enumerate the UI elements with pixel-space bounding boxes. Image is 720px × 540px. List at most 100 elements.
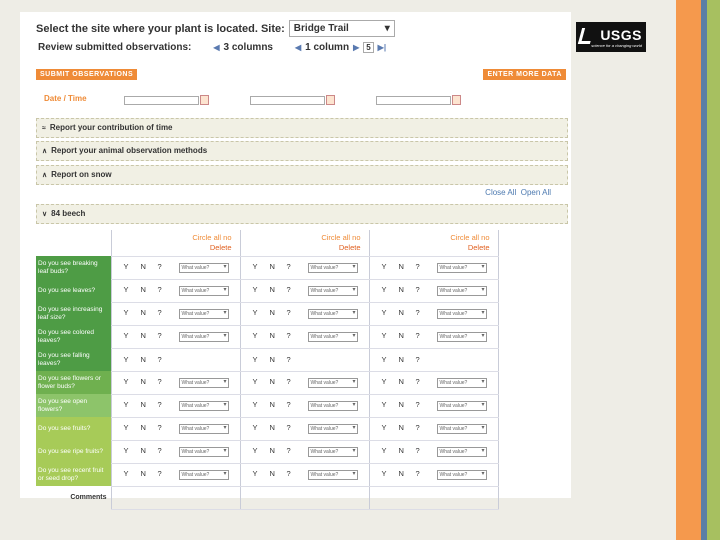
site-select[interactable]: Bridge Trail ▾ [288,20,395,37]
yes-option[interactable]: Y [124,377,141,386]
circle-all-no-link[interactable]: Circle all no [124,233,231,243]
unknown-option[interactable]: ? [158,423,175,432]
no-option[interactable]: N [399,377,416,386]
comments-field[interactable] [239,486,370,510]
yes-option[interactable]: Y [124,331,141,340]
calendar-icon[interactable] [200,95,209,105]
comments-field[interactable] [368,486,499,510]
no-option[interactable]: N [270,400,287,409]
section-animal-methods[interactable]: ∧ Report your animal observation methods [36,141,568,161]
no-option[interactable]: N [399,285,416,294]
unknown-option[interactable]: ? [287,469,304,478]
no-option[interactable]: N [399,262,416,271]
yes-option[interactable]: Y [382,423,399,432]
yes-option[interactable]: Y [382,355,399,364]
yes-option[interactable]: Y [253,400,270,409]
unknown-option[interactable]: ? [158,377,175,386]
yes-option[interactable]: Y [253,469,270,478]
enter-more-data-button[interactable]: ENTER MORE DATA [483,69,566,80]
value-select[interactable]: What value? [436,308,487,319]
yes-option[interactable]: Y [253,377,270,386]
unknown-option[interactable]: ? [287,331,304,340]
unknown-option[interactable]: ? [158,400,175,409]
yes-option[interactable]: Y [382,377,399,386]
value-select[interactable]: What value? [178,423,229,434]
delete-link[interactable]: Delete [253,243,361,253]
value-select[interactable]: What value? [178,400,229,411]
no-option[interactable]: N [141,469,158,478]
value-select[interactable]: What value? [436,262,487,273]
yes-option[interactable]: Y [124,446,141,455]
value-select[interactable]: What value? [178,446,229,457]
unknown-option[interactable]: ? [158,331,175,340]
yes-option[interactable]: Y [382,331,399,340]
next-arrow-icon[interactable]: ▶ [353,43,359,52]
no-option[interactable]: N [399,446,416,455]
value-select[interactable]: What value? [436,446,487,457]
date-field-2[interactable] [250,96,325,105]
no-option[interactable]: N [141,331,158,340]
no-option[interactable]: N [141,285,158,294]
section-plant-84-beech[interactable]: ∨ 84 beech [36,204,568,224]
unknown-option[interactable]: ? [416,285,433,294]
yes-option[interactable]: Y [382,285,399,294]
unknown-option[interactable]: ? [287,423,304,432]
date-field-3[interactable] [376,96,451,105]
yes-option[interactable]: Y [382,262,399,271]
yes-option[interactable]: Y [382,400,399,409]
no-option[interactable]: N [399,331,416,340]
yes-option[interactable]: Y [124,285,141,294]
value-select[interactable]: What value? [436,400,487,411]
no-option[interactable]: N [270,355,287,364]
value-select[interactable]: What value? [307,285,358,296]
yes-option[interactable]: Y [253,355,270,364]
no-option[interactable]: N [141,262,158,271]
columns-3-link[interactable]: 3 columns [224,42,273,53]
unknown-option[interactable]: ? [287,400,304,409]
value-select[interactable]: What value? [436,331,487,342]
no-option[interactable]: N [270,331,287,340]
yes-option[interactable]: Y [253,308,270,317]
section-snow[interactable]: ∧ Report on snow [36,165,568,185]
value-select[interactable]: What value? [178,331,229,342]
unknown-option[interactable]: ? [287,446,304,455]
value-select[interactable]: What value? [307,262,358,273]
value-select[interactable]: What value? [307,308,358,319]
yes-option[interactable]: Y [124,262,141,271]
yes-option[interactable]: Y [124,308,141,317]
unknown-option[interactable]: ? [416,355,433,364]
delete-link[interactable]: Delete [382,243,490,253]
calendar-icon[interactable] [326,95,335,105]
no-option[interactable]: N [141,377,158,386]
yes-option[interactable]: Y [124,355,141,364]
no-option[interactable]: N [399,423,416,432]
value-select[interactable]: What value? [178,469,229,480]
value-select[interactable]: What value? [178,377,229,388]
yes-option[interactable]: Y [124,400,141,409]
prev-1-column-icon[interactable]: ◀ [295,43,301,52]
yes-option[interactable]: Y [253,262,270,271]
value-select[interactable]: What value? [436,469,487,480]
value-select[interactable]: What value? [436,285,487,296]
unknown-option[interactable]: ? [158,262,175,271]
circle-all-no-link[interactable]: Circle all no [253,233,360,243]
unknown-option[interactable]: ? [287,262,304,271]
circle-all-no-link[interactable]: Circle all no [382,233,489,243]
unknown-option[interactable]: ? [287,377,304,386]
calendar-icon[interactable] [452,95,461,105]
yes-option[interactable]: Y [382,446,399,455]
no-option[interactable]: N [399,400,416,409]
unknown-option[interactable]: ? [158,285,175,294]
value-select[interactable]: What value? [178,308,229,319]
delete-link[interactable]: Delete [124,243,232,253]
date-field-1[interactable] [124,96,199,105]
unknown-option[interactable]: ? [287,355,304,364]
value-select[interactable]: What value? [307,469,358,480]
yes-option[interactable]: Y [253,331,270,340]
value-select[interactable]: What value? [307,423,358,434]
unknown-option[interactable]: ? [158,446,175,455]
no-option[interactable]: N [270,285,287,294]
unknown-option[interactable]: ? [416,469,433,478]
yes-option[interactable]: Y [253,285,270,294]
value-select[interactable]: What value? [307,400,358,411]
